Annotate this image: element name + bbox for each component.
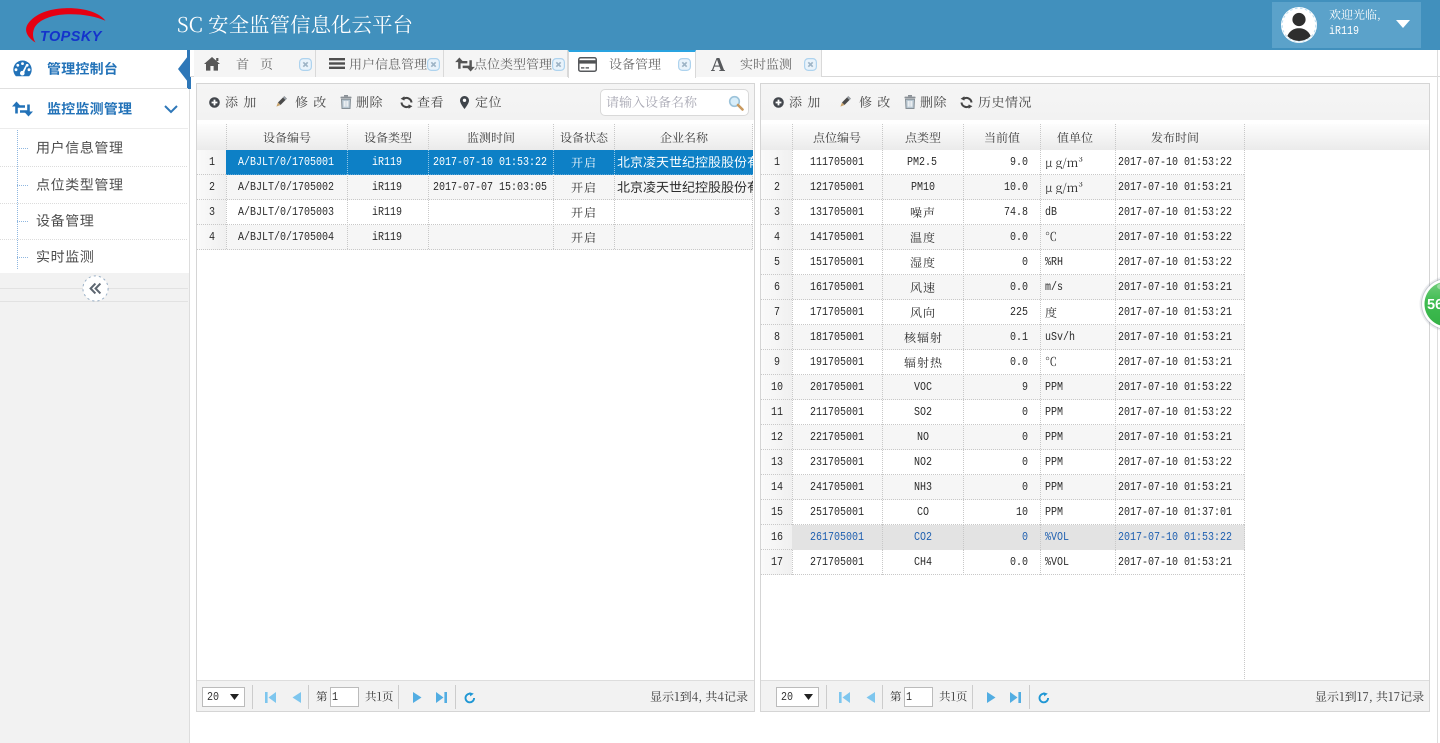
svg-text:TOPSKY: TOPSKY [40, 29, 103, 45]
svg-text:A: A [711, 56, 726, 72]
